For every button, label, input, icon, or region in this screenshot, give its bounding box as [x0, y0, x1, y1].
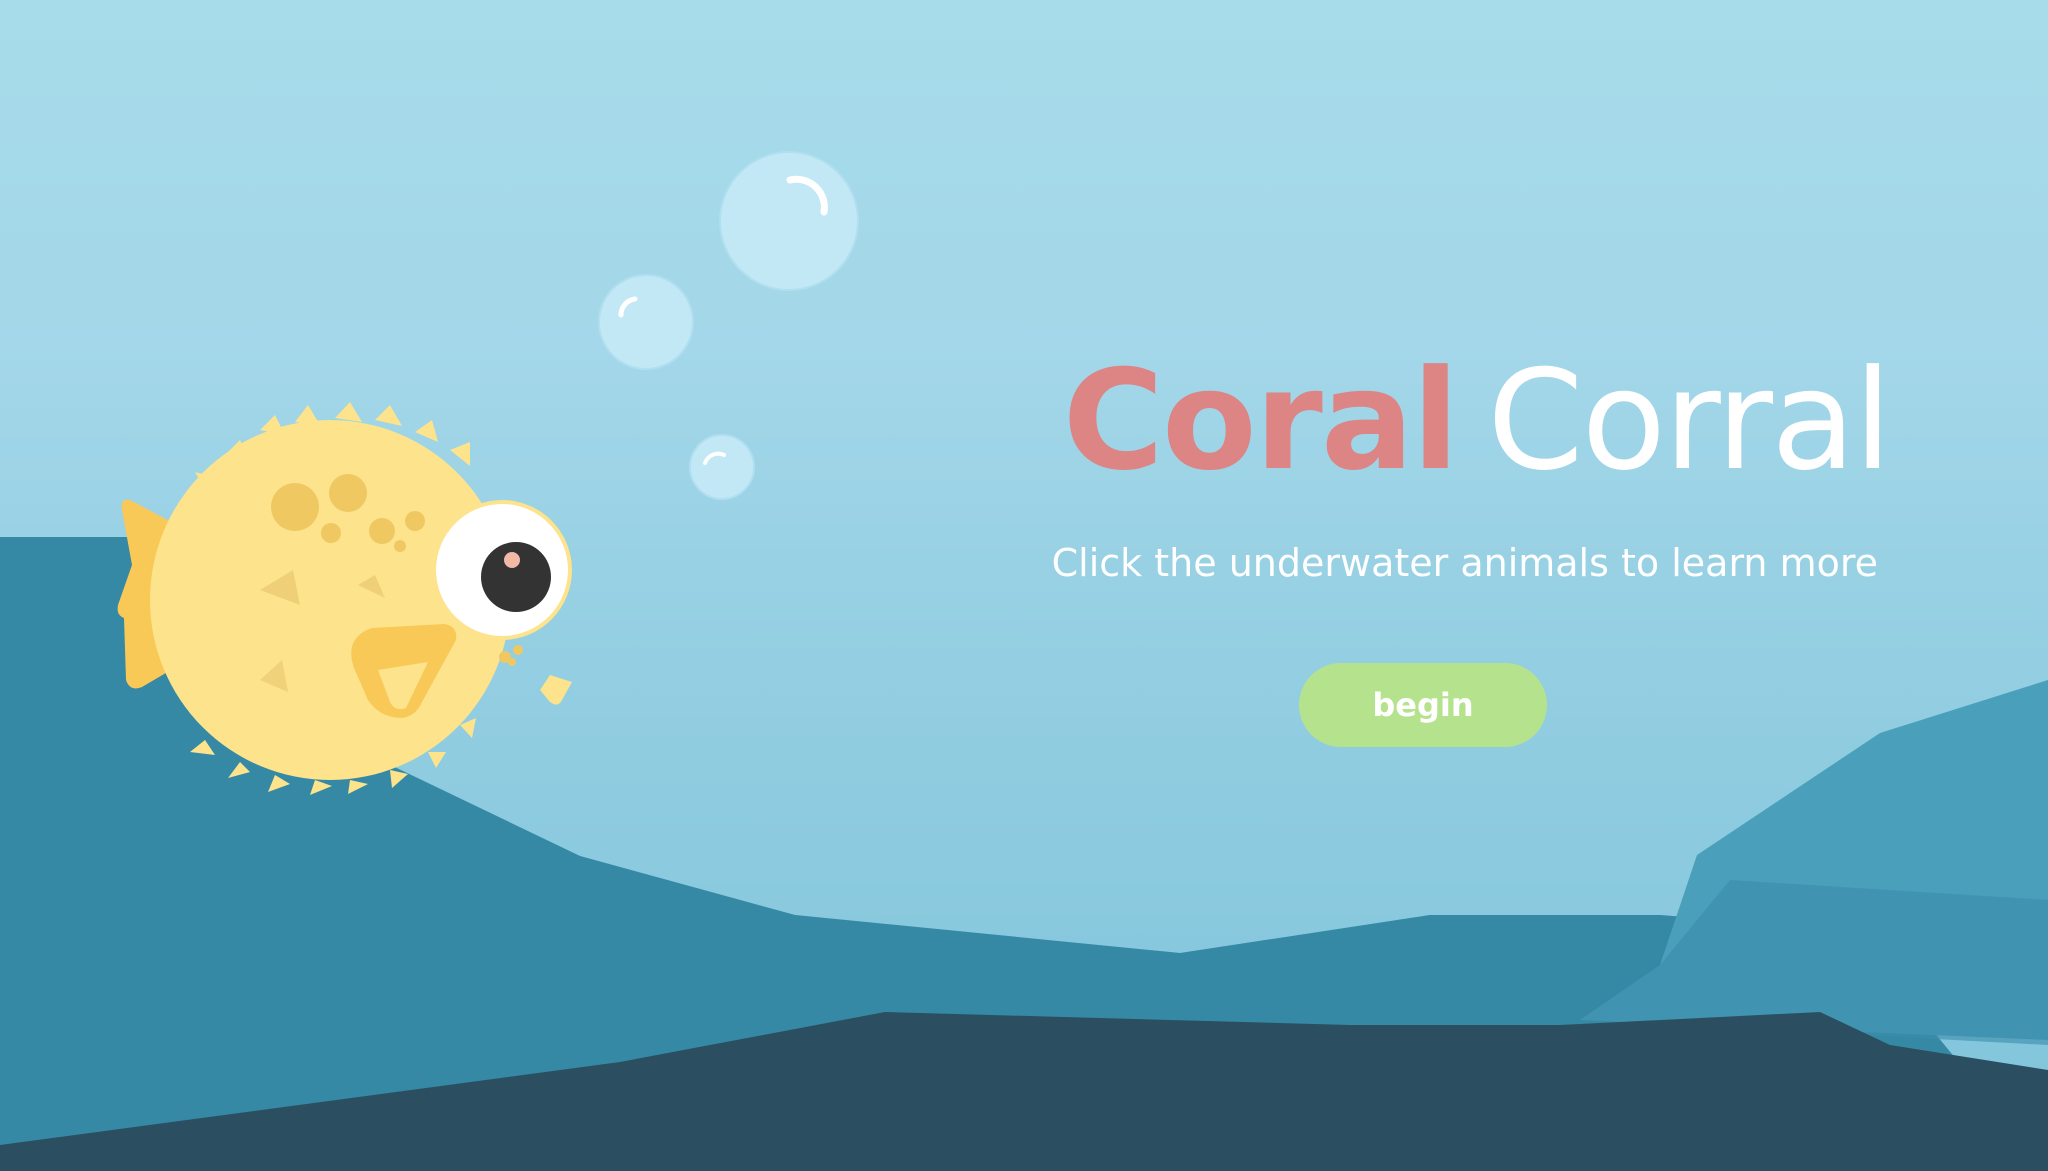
- title-word-coral: Coral: [1062, 340, 1460, 501]
- underwater-scene: Coral Corral Click the underwater animals…: [0, 0, 2048, 1171]
- begin-button[interactable]: begin: [1299, 663, 1547, 747]
- bubble-icon: [689, 434, 755, 500]
- title-word-corral: Corral: [1487, 340, 1892, 501]
- subtitle: Click the underwater animals to learn mo…: [1051, 541, 1878, 585]
- bubble-icon: [719, 151, 859, 291]
- page-title: Coral Corral: [960, 352, 1892, 490]
- pufferfish-icon[interactable]: [110, 400, 630, 800]
- bubble-icon: [598, 274, 694, 370]
